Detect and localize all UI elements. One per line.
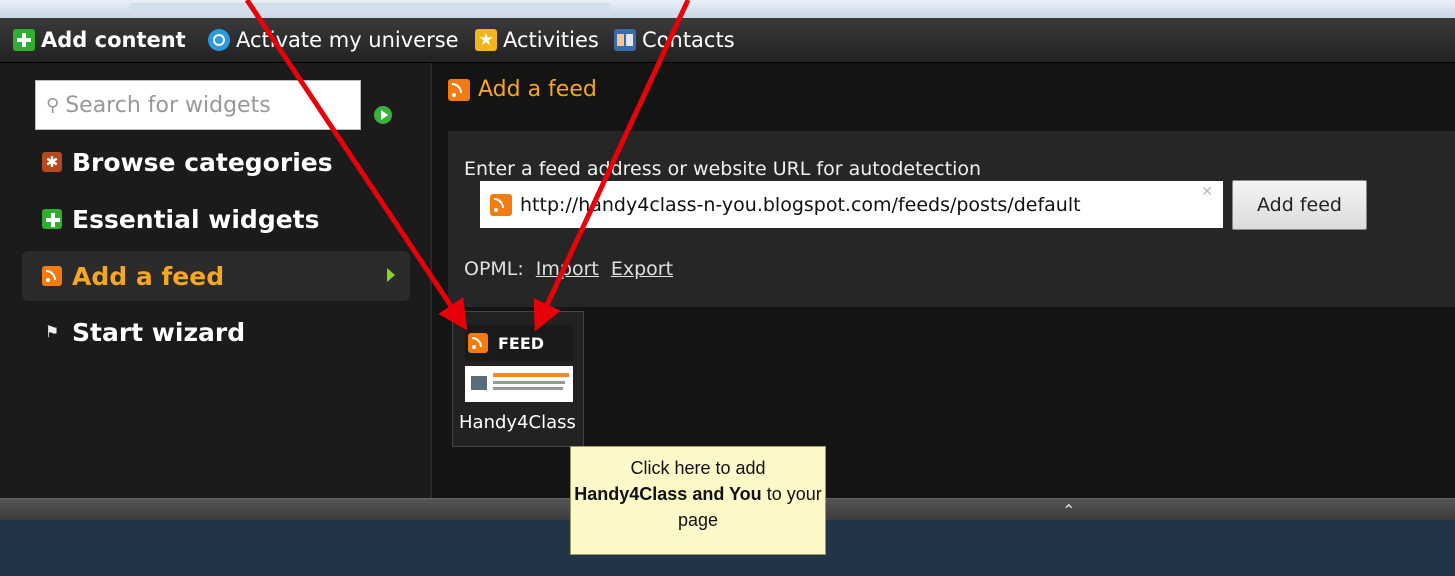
callout-line2: Handy4Class and You to your page <box>571 481 825 533</box>
opml-label: OPML: <box>464 258 524 280</box>
target-icon <box>208 29 230 51</box>
callout-line1: Click here to add <box>630 458 766 478</box>
thumbnail-text <box>493 381 565 384</box>
rss-icon <box>468 333 488 353</box>
main-panel: Add a feed Enter a feed address or websi… <box>430 63 1455 498</box>
widget-search-box[interactable]: ⚲ <box>35 80 361 130</box>
menu-contacts[interactable]: Contacts <box>614 28 735 52</box>
menu-bar: Add content Activate my universe ★ Activ… <box>0 18 1455 63</box>
page-title: Add a feed <box>448 77 597 102</box>
menu-contacts-label: Contacts <box>642 28 735 52</box>
tile-header: FEED <box>465 325 573 361</box>
menu-add-content[interactable]: Add content <box>13 28 186 52</box>
rss-icon <box>490 193 512 216</box>
sidebar-item-browse-categories[interactable]: ✱ Browse categories <box>22 137 410 187</box>
plus-icon <box>13 29 35 51</box>
menu-add-content-label: Add content <box>41 28 186 52</box>
sidebar-item-essential-widgets[interactable]: Essential widgets <box>22 194 410 244</box>
sidebar-item-start-wizard[interactable]: ⚑ Start wizard <box>22 307 410 357</box>
rss-icon <box>448 78 470 101</box>
feed-form-panel: Enter a feed address or website URL for … <box>448 131 1455 307</box>
contacts-icon <box>614 29 636 51</box>
feed-url-field[interactable]: ✕ <box>480 181 1223 228</box>
sidebar-item-add-a-feed[interactable]: Add a feed <box>22 251 410 301</box>
search-go-icon[interactable] <box>374 106 392 124</box>
checkered-flag-icon: ⚑ <box>44 322 60 341</box>
page-title-label: Add a feed <box>478 77 597 102</box>
annotation-callout: Click here to add Handy4Class and You to… <box>570 446 826 555</box>
rss-icon <box>42 266 62 286</box>
browser-top-strip <box>0 0 1455 18</box>
sidebar-item-label: Start wizard <box>72 317 246 347</box>
opml-import-link[interactable]: Import <box>536 258 599 280</box>
plus-icon <box>42 209 62 229</box>
thumbnail-headline <box>493 373 569 377</box>
sidebar: ⚲ ✱ Browse categories Essential widgets … <box>0 63 428 498</box>
clear-icon[interactable]: ✕ <box>1201 184 1213 200</box>
callout-bold: Handy4Class and You <box>574 484 762 504</box>
feed-widget-tile[interactable]: FEED Handy4Class <box>452 311 584 447</box>
tile-label: Handy4Class <box>459 412 576 433</box>
asterisk-icon: ✱ <box>42 152 62 172</box>
thumbnail-text <box>493 387 563 390</box>
menu-activate-universe[interactable]: Activate my universe <box>208 28 459 52</box>
add-feed-button[interactable]: Add feed <box>1232 180 1367 230</box>
opml-row: OPML: Import Export <box>464 258 673 280</box>
feed-form-label: Enter a feed address or website URL for … <box>464 158 982 180</box>
sidebar-item-label: Browse categories <box>72 147 333 177</box>
widget-search-input[interactable] <box>63 91 338 119</box>
thumbnail-image <box>471 376 487 390</box>
chevron-right-icon <box>387 268 395 282</box>
tile-thumbnail <box>465 366 573 402</box>
menu-activate-universe-label: Activate my universe <box>236 28 459 52</box>
opml-export-link[interactable]: Export <box>611 258 673 280</box>
menu-activities[interactable]: ★ Activities <box>475 28 599 52</box>
star-icon: ★ <box>475 29 497 51</box>
menu-activities-label: Activities <box>503 28 599 52</box>
sidebar-item-label: Add a feed <box>72 261 225 291</box>
top-highlight <box>130 3 610 15</box>
tile-header-label: FEED <box>498 333 545 353</box>
chevron-up-icon[interactable]: ⌃ <box>1062 501 1075 520</box>
search-icon: ⚲ <box>46 94 60 116</box>
sidebar-item-label: Essential widgets <box>72 204 320 234</box>
feed-url-input[interactable] <box>518 192 1182 217</box>
